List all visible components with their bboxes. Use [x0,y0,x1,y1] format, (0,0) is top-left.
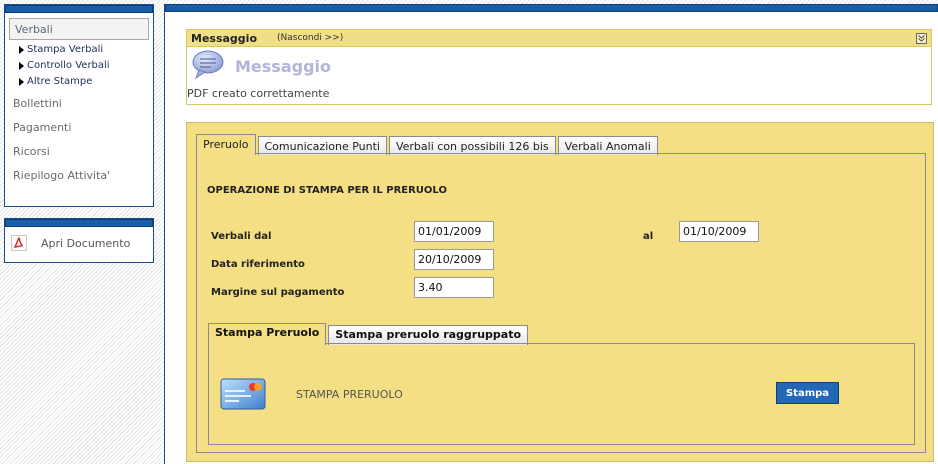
print-subtabs: Stampa Preruolo Stampa preruolo raggrupp… [208,323,530,345]
subtab-stampa-preruolo[interactable]: Stampa Preruolo [208,323,327,345]
open-document-link[interactable]: Apri Documento [5,227,153,251]
subtab-stampa-preruolo-raggruppato[interactable]: Stampa preruolo raggruppato [328,325,529,345]
print-button[interactable]: Stampa [776,382,839,404]
sidebar-item-pagamenti[interactable]: Pagamenti [13,121,149,134]
pdf-icon [11,235,27,251]
sidebar-nav-panel: Verbali Stampa Verbali Controllo Verbali… [4,4,154,207]
data-riferimento-label: Data riferimento [211,259,305,270]
sidebar-item-ricorsi[interactable]: Ricorsi [13,145,149,158]
sidebar-item-label: Controllo Verbali [27,60,110,71]
sidebar-item-label: Stampa Verbali [27,44,104,55]
margine-label: Margine sul pagamento [211,287,345,298]
main-content: Messaggio (Nascondi >>) Messaggio PDF cr… [164,4,938,464]
verbali-dal-label: Verbali dal [211,231,272,242]
al-label: al [643,231,654,242]
triangle-right-icon [19,45,24,54]
sidebar-documents-panel: Apri Documento [4,218,154,263]
speech-bubble-icon [191,49,225,84]
triangle-right-icon [19,77,24,86]
tab-preruolo[interactable]: Preruolo [196,134,256,155]
message-box: Messaggio (Nascondi >>) Messaggio PDF cr… [186,29,932,105]
data-riferimento-input[interactable] [414,249,494,270]
subtab-content-stampa-preruolo: STAMPA PRERUOLO Stampa [208,343,915,445]
message-header: Messaggio (Nascondi >>) [187,30,931,47]
margine-input[interactable] [414,277,494,298]
sidebar-docs-topbar [5,219,153,227]
triangle-right-icon [19,61,24,70]
operation-title: OPERAZIONE DI STAMPA PER IL PRERUOLO [207,185,447,196]
open-document-label: Apri Documento [41,236,131,250]
main-topbar [165,4,938,12]
collapse-icon[interactable] [916,33,927,44]
hide-message-link[interactable]: (Nascondi >>) [277,33,343,43]
main-tabs: Preruolo Comunicazione Punti Verbali con… [196,134,660,155]
sidebar-nav-topbar [5,5,153,13]
sidebar-item-controllo-verbali[interactable]: Controllo Verbali [19,60,149,71]
sidebar-item-stampa-verbali[interactable]: Stampa Verbali [19,44,149,55]
print-preruolo-label: STAMPA PRERUOLO [296,388,403,401]
message-header-title: Messaggio [191,31,257,45]
sidebar-section-verbali[interactable]: Verbali [9,18,149,40]
preruolo-panel: Preruolo Comunicazione Punti Verbali con… [186,122,934,462]
sidebar-item-riepilogo-attivita[interactable]: Riepilogo Attivita' [13,169,149,182]
message-text: PDF creato correttamente [187,87,330,100]
credit-card-icon [220,378,266,413]
sidebar-item-bollettini[interactable]: Bollettini [13,97,149,110]
message-heading: Messaggio [235,57,331,76]
verbali-dal-input[interactable] [414,221,494,242]
al-input[interactable] [679,221,759,242]
sidebar-item-altre-stampe[interactable]: Altre Stampe [19,76,149,87]
sidebar-item-label: Altre Stampe [27,76,93,87]
